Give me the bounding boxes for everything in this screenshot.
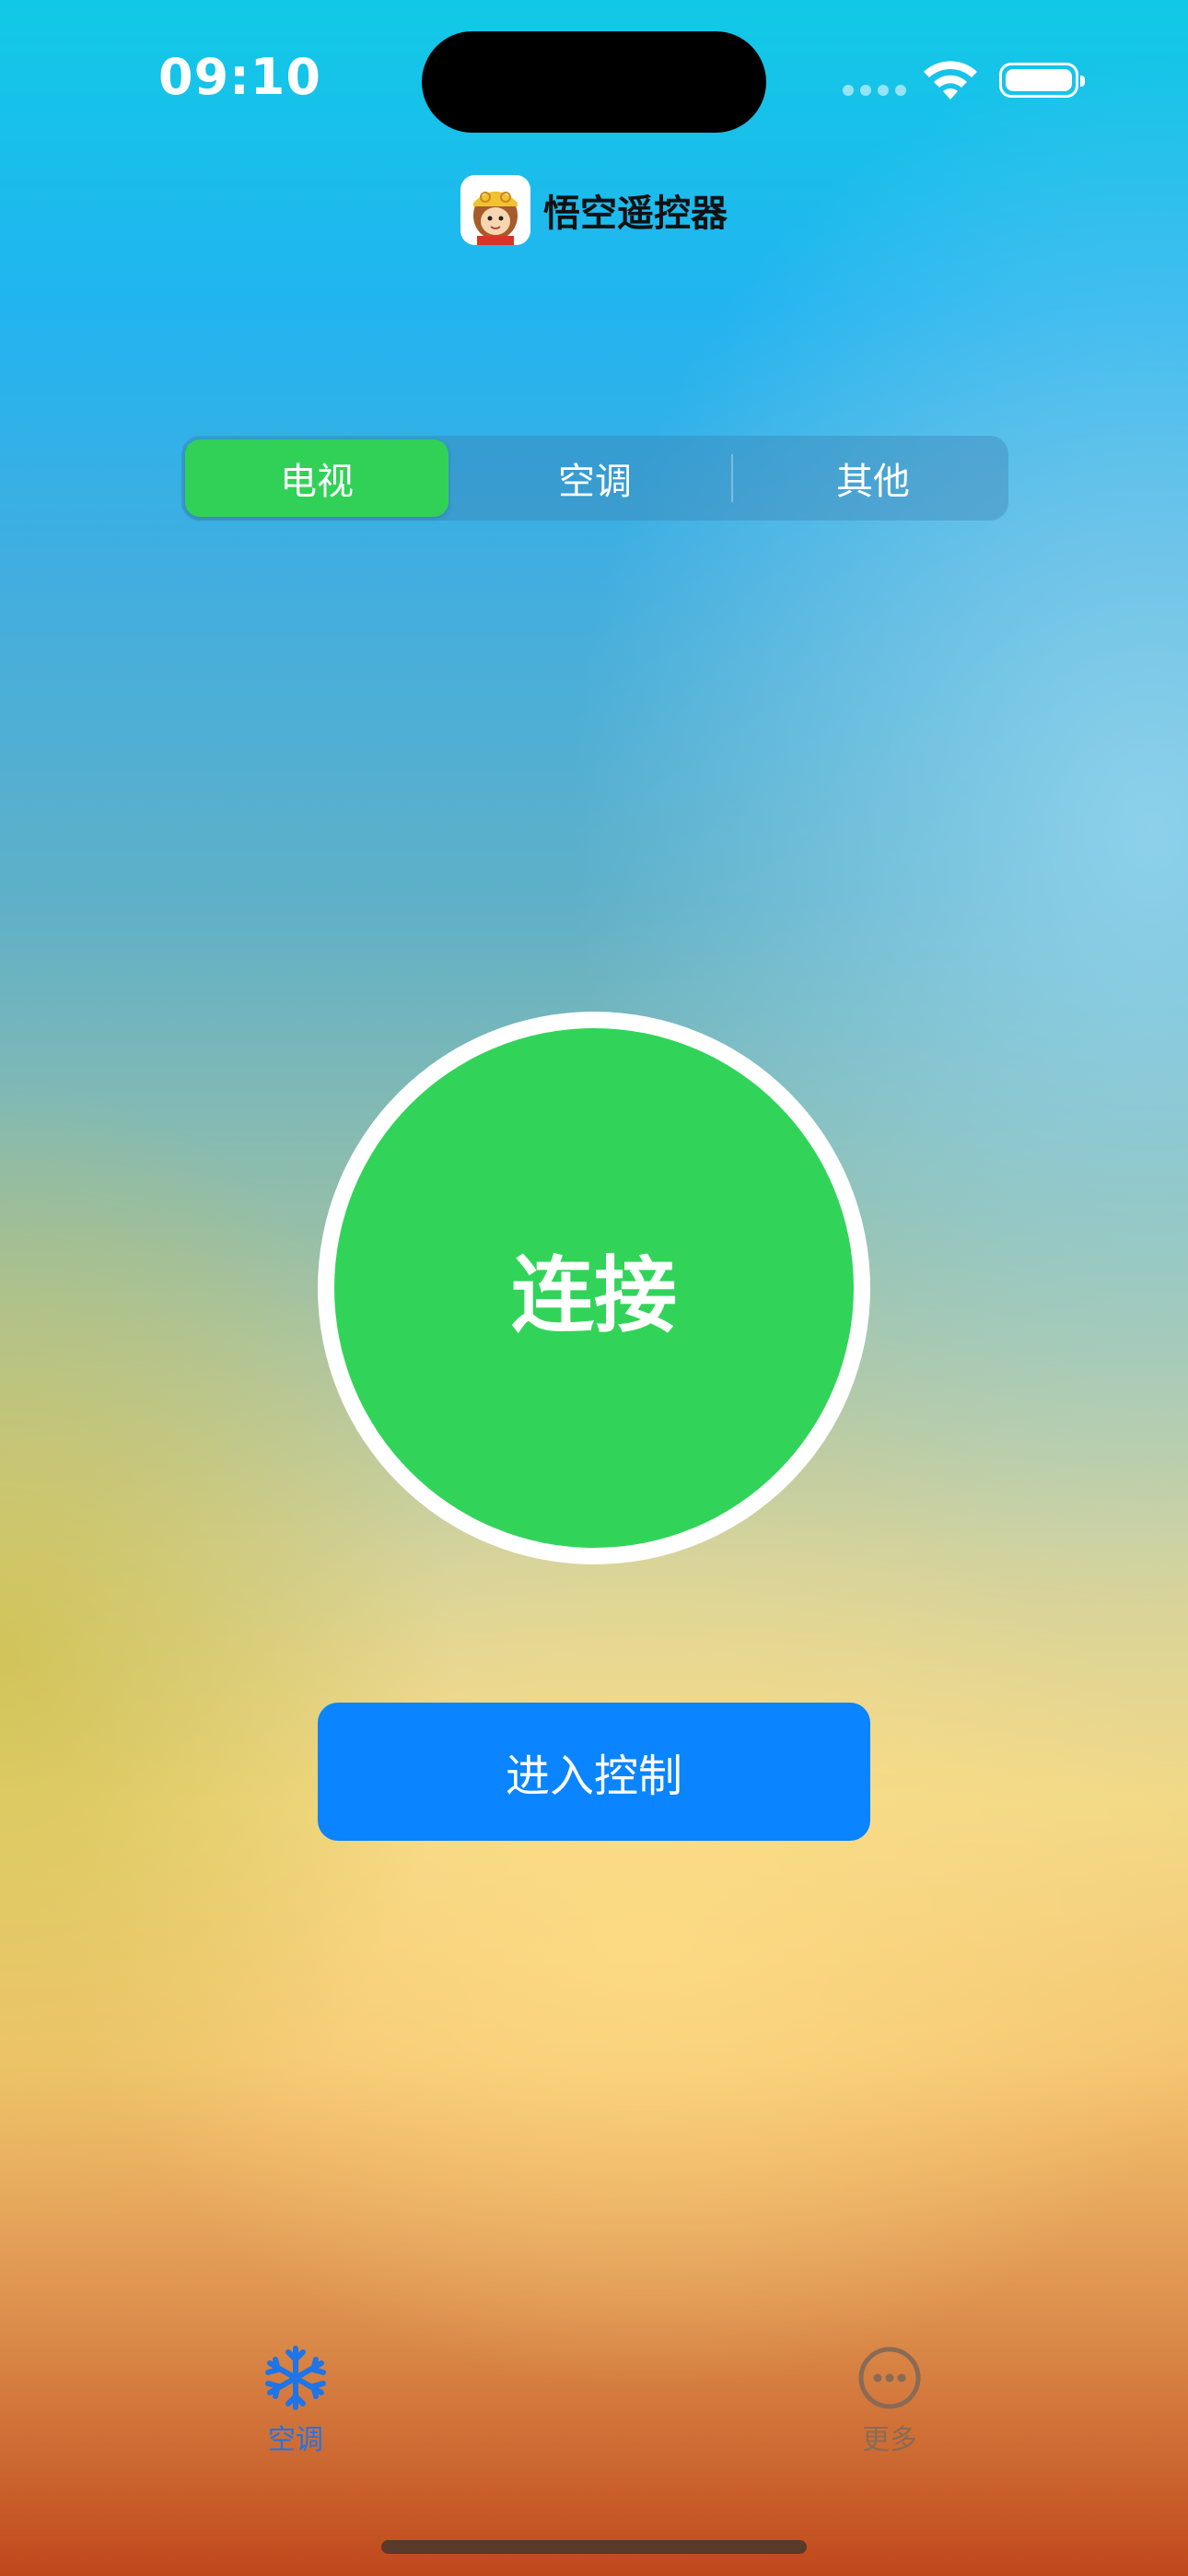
tab-more[interactable]: 更多	[798, 2345, 982, 2457]
connect-button-ring: 连接	[318, 1012, 870, 1564]
status-bar: 09:10	[0, 0, 1188, 147]
tab-bar: 空调 更多	[0, 2345, 1188, 2483]
more-icon	[858, 2347, 921, 2409]
tab-label-air-conditioner: 空调	[268, 2424, 323, 2456]
cellular-signal-icon	[843, 85, 906, 96]
snowflake-icon	[265, 2346, 326, 2410]
status-time: 09:10	[158, 48, 321, 106]
device-type-segmented-control[interactable]: 电视 空调 其他	[181, 436, 1008, 521]
segment-air-conditioner[interactable]: 空调	[463, 439, 727, 517]
enter-control-button[interactable]: 进入控制	[318, 1703, 870, 1841]
battery-icon	[999, 63, 1085, 98]
wifi-icon	[924, 61, 977, 100]
segment-tv[interactable]: 电视	[185, 439, 448, 517]
segment-divider	[731, 454, 733, 502]
app-title: 悟空遥控器	[543, 193, 728, 235]
app-header: 悟空遥控器	[0, 173, 1188, 247]
segment-other[interactable]: 其他	[741, 439, 1005, 517]
app-logo-icon	[460, 175, 530, 245]
tab-label-more: 更多	[862, 2424, 917, 2456]
tab-air-conditioner[interactable]: 空调	[204, 2345, 388, 2457]
connect-button[interactable]: 连接	[334, 1028, 854, 1548]
dynamic-island	[422, 31, 766, 133]
home-indicator[interactable]	[381, 2540, 807, 2554]
